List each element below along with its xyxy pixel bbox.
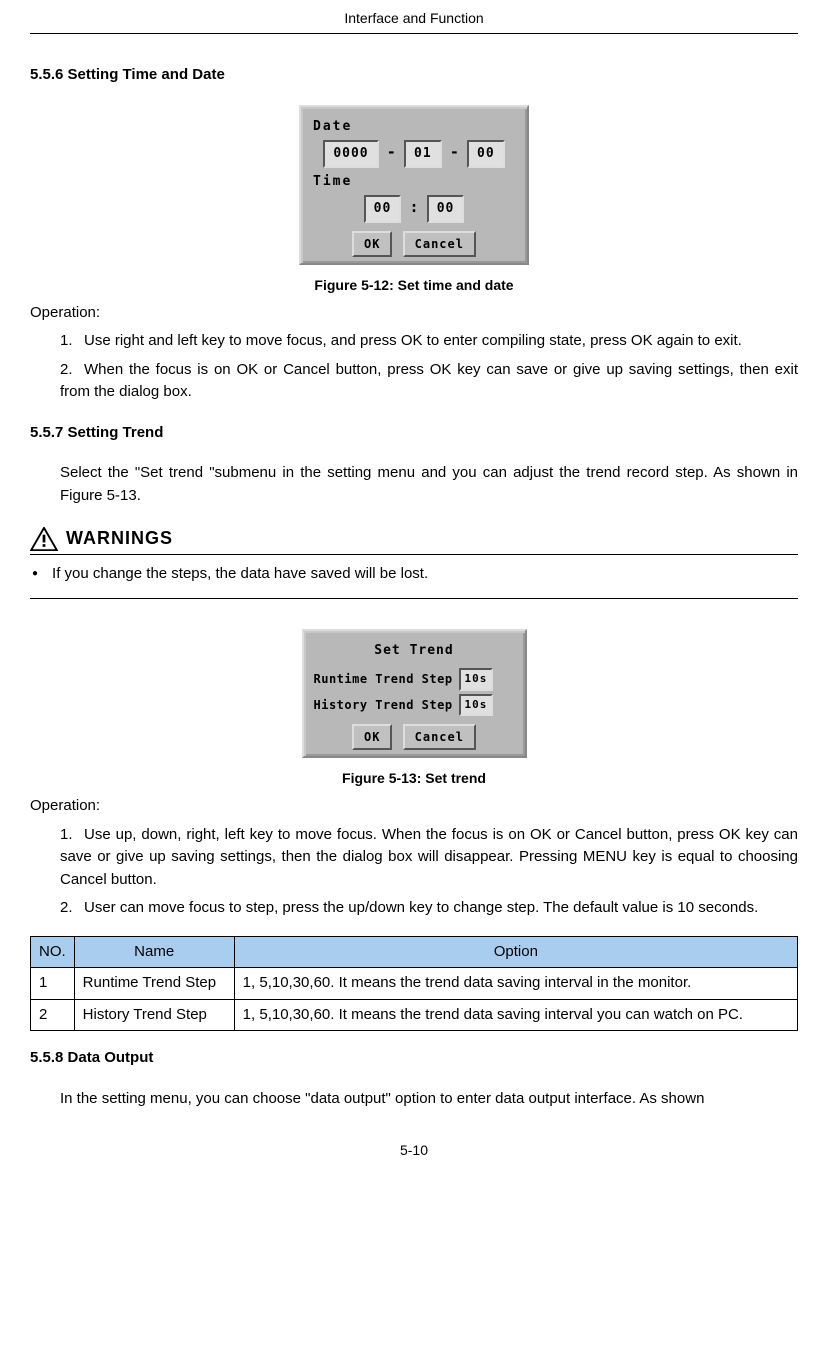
step-556-1: 1.Use right and left key to move focus, … [60,330,798,353]
time-label: Time [313,172,521,192]
step-557-2: 2.User can move focus to step, press the… [60,897,798,920]
minute-field[interactable]: 00 [427,195,465,223]
table-header-row: NO. Name Option [31,936,798,968]
table-row: 1 Runtime Trend Step 1, 5,10,30,60. It m… [31,968,798,1000]
day-field[interactable]: 00 [467,140,505,168]
figure-512-caption: Figure 5-12: Set time and date [30,275,798,296]
warnings-header: WARNINGS [30,525,798,555]
warning-icon [30,527,58,551]
runtime-trend-row: Runtime Trend Step 10s [314,668,515,691]
runtime-trend-label: Runtime Trend Step [314,670,453,688]
trend-cancel-button[interactable]: Cancel [403,724,476,750]
steps-557: 1.Use up, down, right, left key to move … [60,824,798,920]
dialog-button-row: OK Cancel [307,231,521,257]
history-trend-row: History Trend Step 10s [314,694,515,717]
operation-label-557: Operation: [30,795,798,818]
th-no: NO. [31,936,75,968]
warnings-list: If you change the steps, the data have s… [32,563,798,586]
th-option: Option [234,936,797,968]
th-name: Name [74,936,234,968]
date-sep-2: - [450,143,459,161]
time-sep: : [409,198,418,216]
cancel-button[interactable]: Cancel [403,231,476,257]
page-header: Interface and Function [30,0,798,34]
operation-label-556: Operation: [30,302,798,325]
td-name: History Trend Step [74,999,234,1031]
step-556-2: 2.When the focus is on OK or Cancel butt… [60,359,798,404]
heading-556: 5.5.6 Setting Time and Date [30,64,798,87]
td-no: 2 [31,999,75,1031]
td-option: 1, 5,10,30,60. It means the trend data s… [234,968,797,1000]
td-option: 1, 5,10,30,60. It means the trend data s… [234,999,797,1031]
trend-ok-button[interactable]: OK [352,724,392,750]
warnings-title: WARNINGS [66,525,173,552]
warnings-box: WARNINGS If you change the steps, the da… [30,525,798,599]
td-no: 1 [31,968,75,1000]
heading-558: 5.5.8 Data Output [30,1047,798,1070]
set-trend-title: Set Trend [310,641,519,661]
date-sep-1: - [387,143,396,161]
time-fields-row: 00 : 00 [307,195,521,223]
intro-557: Select the "Set trend "submenu in the se… [60,462,798,507]
date-label: Date [313,117,521,137]
month-field[interactable]: 01 [404,140,442,168]
td-name: Runtime Trend Step [74,968,234,1000]
step-557-1: 1.Use up, down, right, left key to move … [60,824,798,892]
ok-button[interactable]: OK [352,231,392,257]
figure-513-caption: Figure 5-13: Set trend [30,768,798,789]
table-row: 2 History Trend Step 1, 5,10,30,60. It m… [31,999,798,1031]
hour-field[interactable]: 00 [364,195,402,223]
history-trend-field[interactable]: 10s [459,694,494,717]
heading-557: 5.5.7 Setting Trend [30,422,798,445]
page-footer: 5-10 [30,1140,798,1161]
page-number: 5-10 [400,1142,428,1158]
trend-button-row: OK Cancel [310,724,519,750]
steps-556: 1.Use right and left key to move focus, … [60,330,798,404]
warnings-divider [30,598,798,599]
set-trend-dialog: Set Trend Runtime Trend Step 10s History… [302,629,527,759]
figure-512-container: Date 0000 - 01 - 00 Time 00 : 00 OK Canc… [30,105,798,265]
options-table: NO. Name Option 1 Runtime Trend Step 1, … [30,936,798,1032]
history-trend-label: History Trend Step [314,696,453,714]
intro-558: In the setting menu, you can choose "dat… [60,1088,798,1111]
warning-item: If you change the steps, the data have s… [32,563,798,586]
figure-513-container: Set Trend Runtime Trend Step 10s History… [30,629,798,759]
header-title: Interface and Function [344,10,483,26]
date-fields-row: 0000 - 01 - 00 [307,140,521,168]
date-time-dialog: Date 0000 - 01 - 00 Time 00 : 00 OK Canc… [299,105,529,265]
year-field[interactable]: 0000 [323,140,378,168]
runtime-trend-field[interactable]: 10s [459,668,494,691]
